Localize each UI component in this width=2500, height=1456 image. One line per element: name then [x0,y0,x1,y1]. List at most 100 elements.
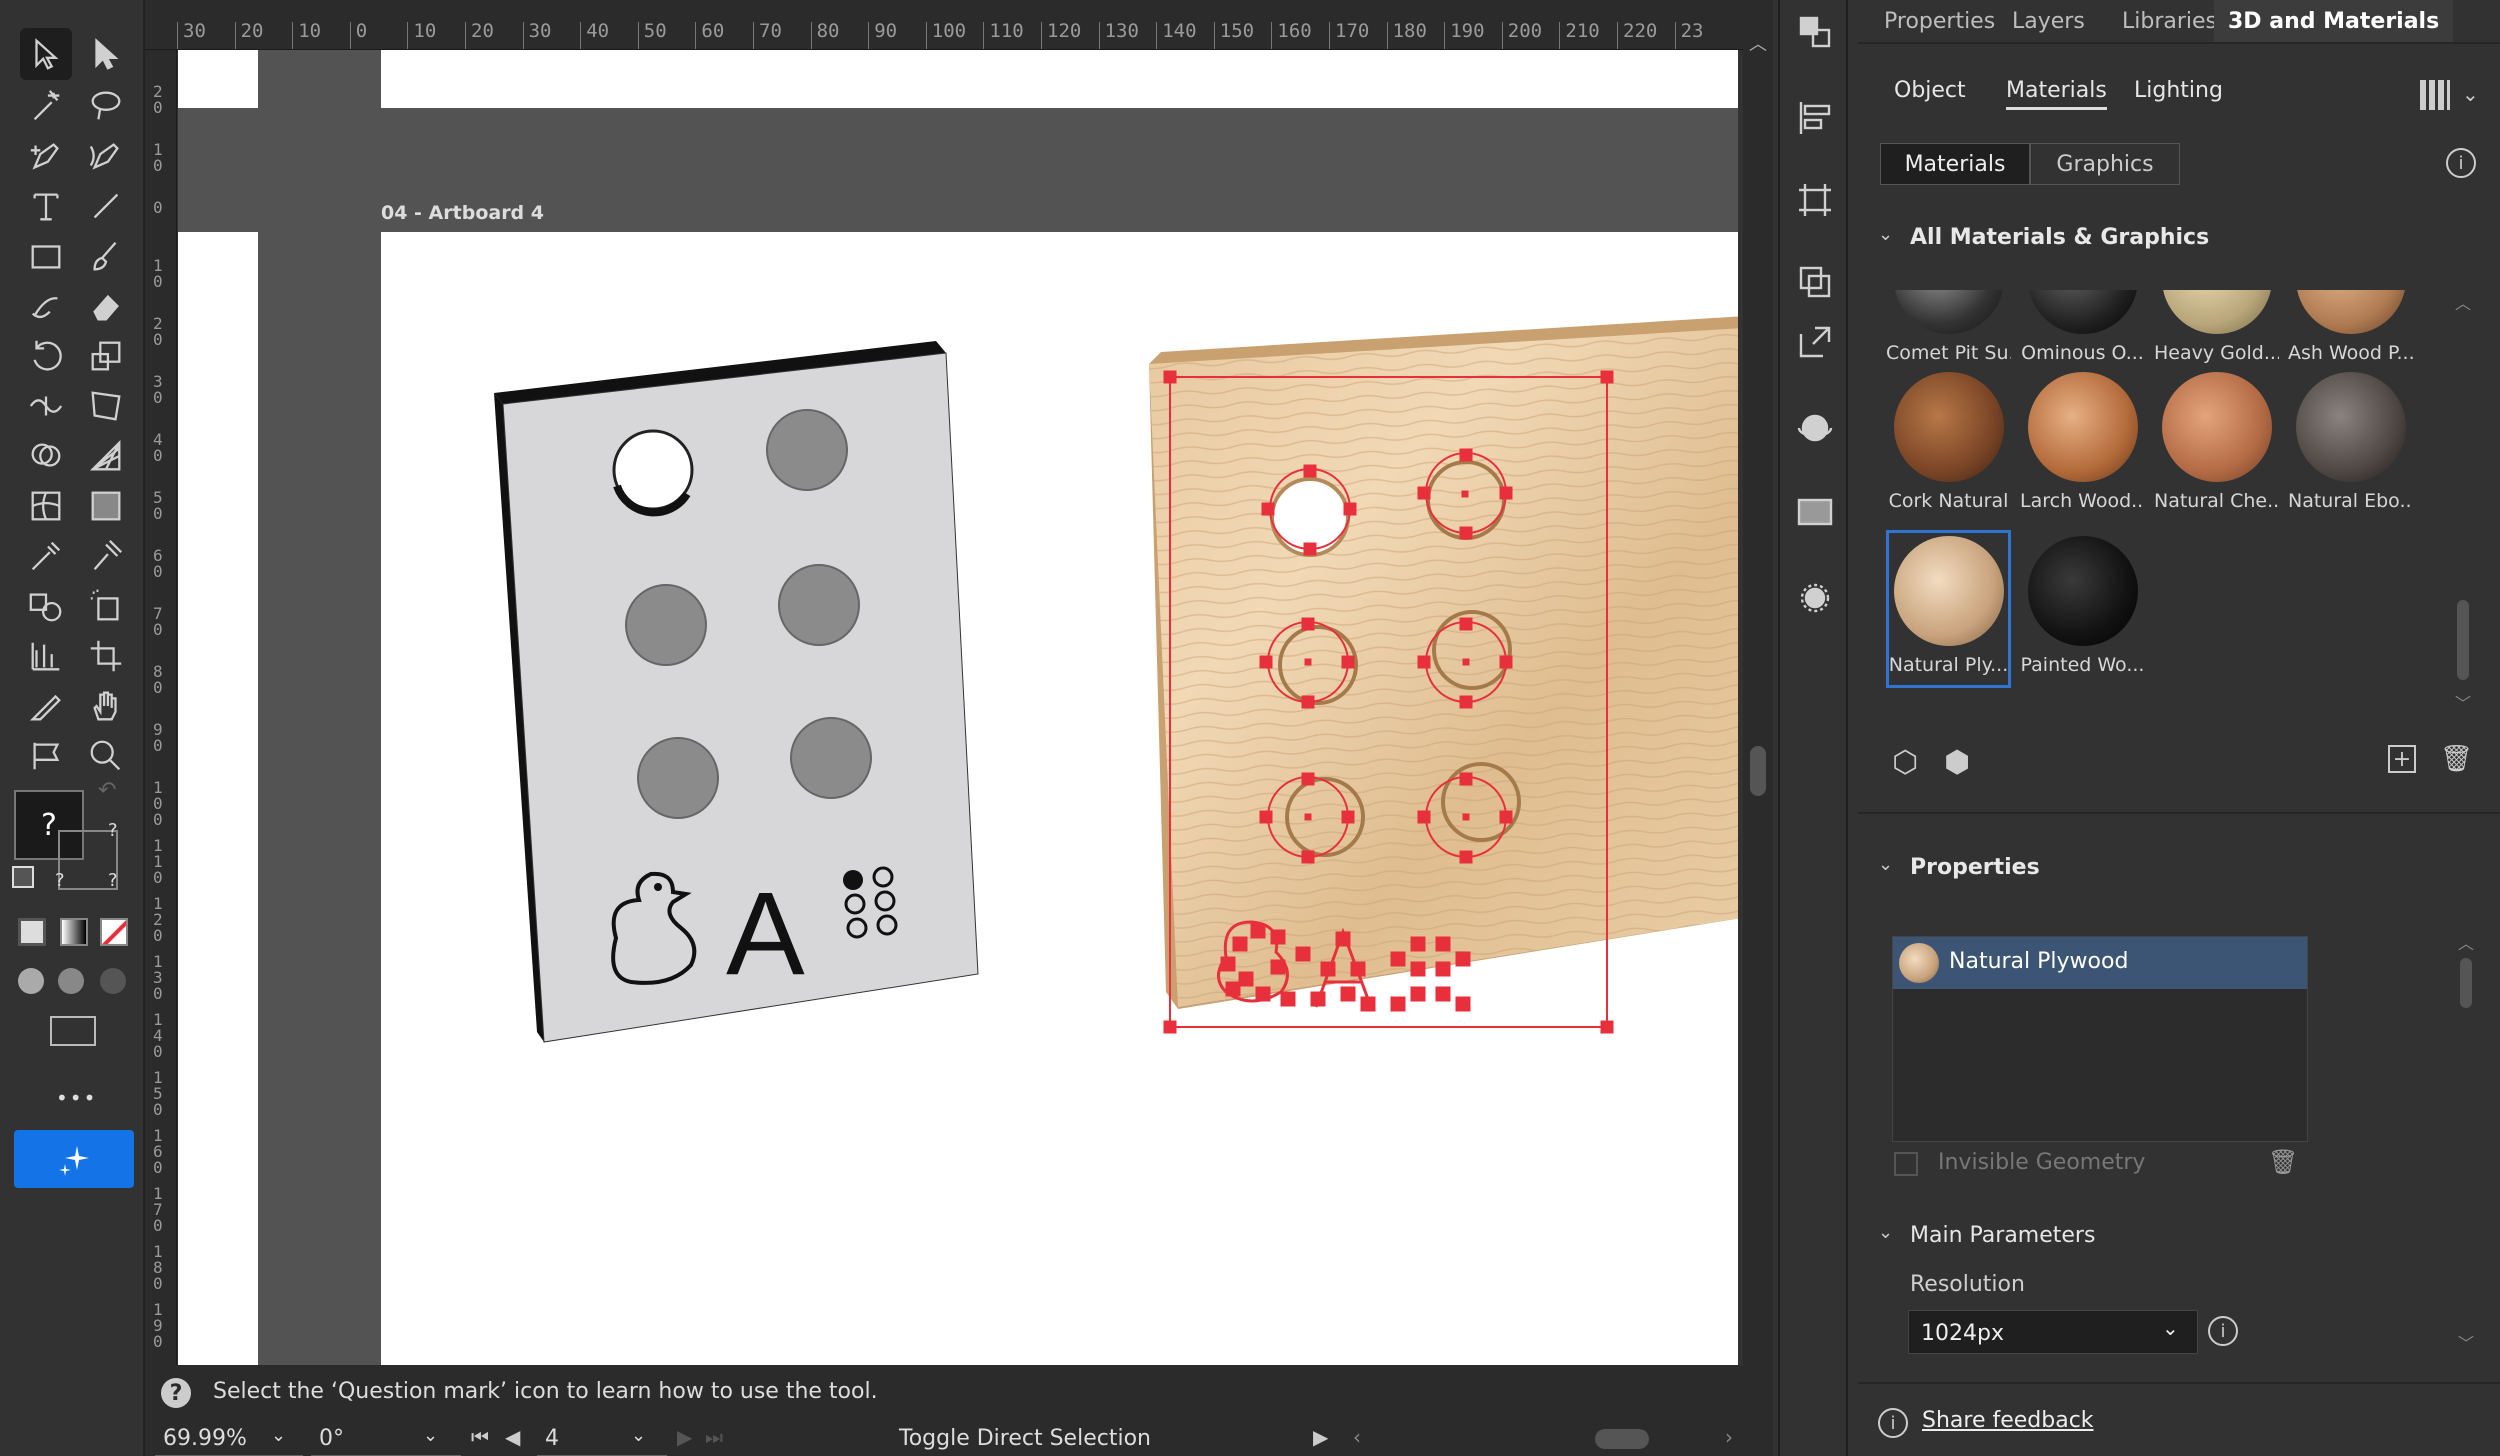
default-colors-icon[interactable] [12,866,34,888]
properties-scrollbar[interactable]: ︿ ﹀ [2458,930,2474,1353]
swatch-natural-cherry[interactable]: Natural Che... [2154,366,2279,526]
3d-cube-icon[interactable]: ⬡ [1892,745,1918,780]
zoom-chevron-icon[interactable]: ⌄ [271,1425,286,1446]
next-artboard-icon[interactable]: ▶ [677,1425,692,1449]
zoom-tool-icon[interactable] [80,730,132,782]
props-scroll-thumb[interactable] [2460,958,2472,1008]
swatch-painted-wood[interactable]: Painted Wo... [2020,530,2145,690]
eraser-tool-icon[interactable] [80,280,132,332]
tab-properties[interactable]: Properties [1884,0,1995,42]
artboard-number-field[interactable]: 4 [537,1420,667,1456]
toggle-graphics[interactable]: Graphics [2030,143,2180,185]
tab-layers[interactable]: Layers [2012,0,2085,42]
free-transform-tool-icon[interactable] [80,380,132,432]
resolution-info-icon[interactable]: i [2208,1316,2238,1346]
line-tool-icon[interactable] [80,180,132,232]
prev-artboard-icon[interactable]: ◀ [505,1425,520,1449]
direct-selection-tool-icon[interactable] [80,28,132,80]
swatch-ash-wood[interactable]: Ash Wood P... [2288,290,2413,378]
info-icon[interactable]: i [2446,148,2476,178]
gradient-panel-icon[interactable] [1795,492,1837,534]
eyedropper-tool-icon[interactable] [20,530,72,582]
curvature-tool-icon[interactable] [80,130,132,182]
artboard-chevron-icon[interactable]: ⌄ [631,1425,646,1446]
rotate-tool-icon[interactable] [20,330,72,382]
swatch-natural-plywood[interactable]: Natural Ply... [1886,530,2011,688]
canvas-vertical-scrollbar[interactable]: ︿ ﹀ [1743,0,1773,1420]
invisible-geometry-checkbox[interactable] [1894,1152,1918,1176]
scroll-up-arrow-icon[interactable]: ︿ [1749,30,1767,56]
material-layer-row[interactable]: Natural Plywood [1893,937,2307,989]
subtab-materials[interactable]: Materials [2006,78,2107,110]
scale-tool-icon[interactable] [80,330,132,382]
materials-scrollbar[interactable]: ︿ ﹀ [2455,290,2471,720]
shape-builder-tool-icon[interactable] [20,430,72,482]
gradient-mode-icon[interactable] [60,918,88,946]
3d-materials-icon[interactable] [1795,408,1837,450]
none-mode-icon[interactable] [100,918,128,946]
document-canvas[interactable]: 04 - Artboard 4 A [178,50,1779,1365]
resolution-chevron-icon[interactable]: ⌄ [2162,1316,2179,1340]
status-menu-arrow-icon[interactable]: ▶ [1313,1425,1328,1449]
braille-plate-gray[interactable]: A [494,341,979,1043]
view-chevron-icon[interactable]: ⌄ [2462,82,2479,106]
swatch-cork-natural[interactable]: Cork Natural [1886,366,2011,526]
materials-scroll-up-icon[interactable]: ︿ [2455,290,2471,314]
horizontal-scrollbar[interactable]: ‹ › [1345,1423,1745,1453]
braille-plate-wood[interactable] [1149,315,1779,1009]
swatch-comet-pit[interactable]: Comet Pit Su... [1886,290,2011,378]
properties-header[interactable]: Properties [1910,855,2040,880]
swatch-natural-ebony[interactable]: Natural Ebo... [2288,366,2413,526]
align-icon[interactable] [1795,98,1837,140]
hand-tool-icon[interactable] [80,680,132,732]
props-scroll-up-icon[interactable]: ︿ [2458,930,2474,954]
selection-tool-icon[interactable] [20,28,72,80]
artboard-4[interactable]: A [381,232,1779,1365]
blend-tool-icon[interactable] [20,580,72,632]
all-materials-header[interactable]: All Materials & Graphics [1910,225,2209,250]
measure-tool-icon[interactable] [80,530,132,582]
pen-tool-icon[interactable] [20,130,72,182]
appearance-icon[interactable] [1795,578,1837,620]
toggle-materials[interactable]: Materials [1880,143,2030,185]
materials-scroll-down-icon[interactable]: ﹀ [2455,690,2471,714]
help-icon[interactable]: ? [161,1378,191,1408]
add-material-icon[interactable]: + [2388,745,2416,773]
type-tool-icon[interactable] [20,180,72,232]
subtab-object[interactable]: Object [1894,78,1966,103]
screen-mode-icon[interactable] [50,1016,96,1046]
column-graph-tool-icon[interactable] [20,630,72,682]
magic-wand-tool-icon[interactable] [20,80,72,132]
main-params-chevron-icon[interactable]: ⌄ [1878,1222,1893,1243]
first-artboard-icon[interactable]: ⏮ [471,1425,489,1449]
rectangle-tool-icon[interactable] [20,230,72,282]
more-tools-icon[interactable]: ••• [56,1086,97,1110]
share-feedback-link[interactable]: Share feedback [1922,1408,2094,1433]
swatch-heavy-gold[interactable]: Heavy Gold... [2154,290,2279,378]
import-material-icon[interactable]: ⬢ [1944,745,1970,780]
slice-tool-icon[interactable] [20,680,72,732]
perspective-grid-tool-icon[interactable] [80,430,132,482]
materials-scroll-thumb[interactable] [2457,600,2469,680]
generative-ai-button[interactable] [14,1130,134,1188]
all-materials-chevron-icon[interactable]: ⌄ [1878,224,1893,245]
draw-behind-icon[interactable] [58,968,84,994]
export-icon[interactable] [1795,322,1837,364]
pathfinder-icon[interactable] [1795,262,1837,304]
resolution-dropdown[interactable]: 1024px [1908,1310,2198,1354]
tab-libraries[interactable]: Libraries [2122,0,2217,42]
print-tiling-tool-icon[interactable] [20,730,72,782]
subtab-lighting[interactable]: Lighting [2134,78,2223,103]
width-tool-icon[interactable] [20,380,72,432]
scroll-left-icon[interactable]: ‹ [1353,1425,1361,1449]
draw-inside-icon[interactable] [100,968,126,994]
delete-layer-icon[interactable]: 🗑 [2268,1148,2298,1176]
main-params-header[interactable]: Main Parameters [1910,1223,2095,1248]
grid-view-icon[interactable] [2420,80,2450,110]
transform-icon[interactable] [1795,180,1837,222]
paintbrush-tool-icon[interactable] [80,230,132,282]
swatch-larch-wood[interactable]: Larch Wood... [2020,366,2145,526]
scroll-right-icon[interactable]: › [1725,1425,1733,1449]
draw-normal-icon[interactable] [18,968,44,994]
rotation-chevron-icon[interactable]: ⌄ [423,1425,438,1446]
